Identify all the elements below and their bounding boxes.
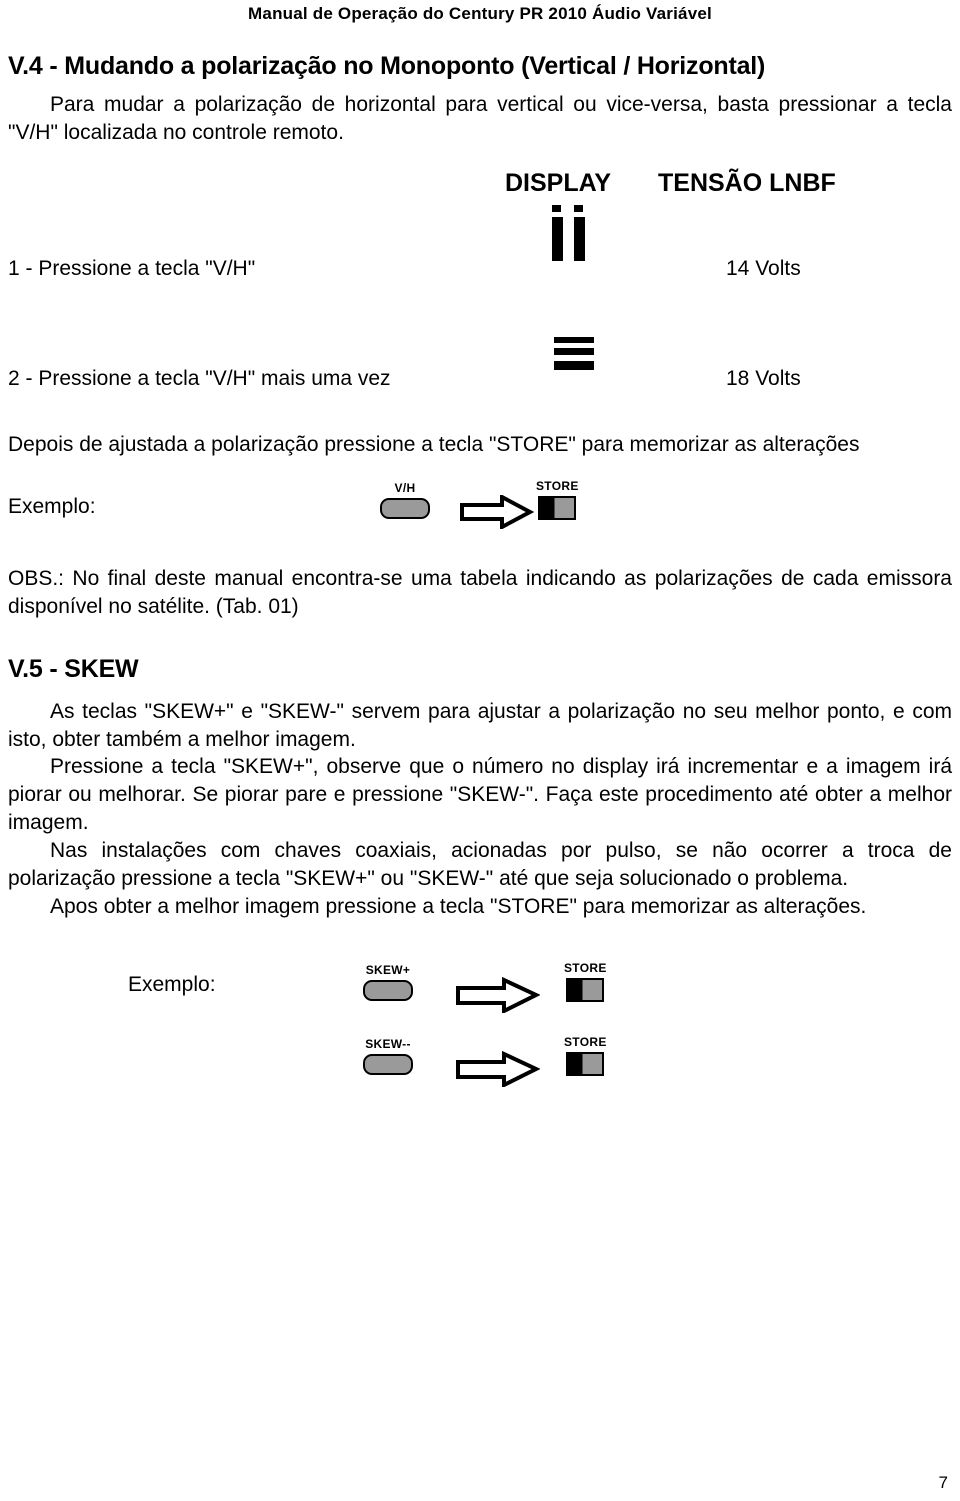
remote-key-store-skew-minus-button[interactable] xyxy=(566,1051,605,1076)
v5-paragraph-3: Nas instalações com chaves coaxiais, aci… xyxy=(8,839,952,891)
remote-key-store-skew-minus-label: STORE xyxy=(564,1034,607,1049)
document-content: V.4 - Mudando a polarização no Monoponto… xyxy=(8,52,952,1091)
arrow-right-icon xyxy=(460,493,535,534)
table-row-label-1: 1 - Pressione a tecla "V/H" xyxy=(8,256,256,280)
v4-obs-paragraph: OBS.: No final deste manual encontra-se … xyxy=(8,566,952,618)
table-row-label-2: 2 - Pressione a tecla "V/H" mais uma vez xyxy=(8,366,391,390)
v5-paragraph-1: As teclas "SKEW+" e "SKEW-" servem para … xyxy=(8,699,952,751)
document-header-title: Manual de Operação do Century PR 2010 Áu… xyxy=(248,4,712,23)
table-row-voltage-1: 14 Volts xyxy=(726,256,801,280)
remote-key-vh-button[interactable] xyxy=(380,497,430,519)
remote-key-skew-plus-label: SKEW+ xyxy=(365,962,411,977)
document-page: Manual de Operação do Century PR 2010 Áu… xyxy=(0,0,960,1501)
page-number: 7 xyxy=(938,1473,948,1492)
v4-example-label: Exemplo: xyxy=(8,494,96,518)
remote-key-skew-plus[interactable]: SKEW+ xyxy=(363,963,413,1001)
section-heading-v4: V.4 - Mudando a polarização no Monoponto… xyxy=(8,52,766,80)
v5-paragraph-2: Pressione a tecla "SKEW+", observe que o… xyxy=(8,755,952,835)
remote-key-store-skew-minus[interactable]: STORE xyxy=(564,1035,607,1076)
remote-key-skew-minus[interactable]: SKEW-- xyxy=(363,1037,413,1075)
remote-key-skew-plus-button[interactable] xyxy=(363,979,413,1001)
table-column-header-tensao: TENSÃO LNBF xyxy=(658,168,836,197)
horizontal-bars-icon xyxy=(554,336,598,371)
remote-key-vh[interactable]: V/H xyxy=(380,481,430,519)
v5-example-label: Exemplo: xyxy=(128,972,216,996)
remote-key-store-label: STORE xyxy=(536,478,579,493)
remote-key-store-skew-plus-label: STORE xyxy=(564,960,607,975)
arrow-right-icon xyxy=(456,976,541,1018)
vertical-bars-icon xyxy=(550,204,596,261)
polarization-table: DISPLAY TENSÃO LNBF 1 - Pressione a tecl… xyxy=(8,169,952,439)
v5-example-block: Exemplo: SKEW+ STORE SKEW-- STORE xyxy=(8,951,952,1091)
remote-key-vh-label: V/H xyxy=(394,480,416,495)
table-column-header-display: DISPLAY xyxy=(505,168,612,197)
remote-key-store[interactable]: STORE xyxy=(536,479,579,520)
remote-key-skew-minus-button[interactable] xyxy=(363,1053,413,1075)
section-heading-v5: V.5 - SKEW xyxy=(8,654,139,683)
table-row-voltage-2: 18 Volts xyxy=(726,366,801,390)
remote-key-skew-minus-label: SKEW-- xyxy=(365,1036,411,1051)
remote-key-store-skew-plus[interactable]: STORE xyxy=(564,961,607,1002)
remote-key-store-skew-plus-button[interactable] xyxy=(566,977,605,1002)
arrow-right-icon xyxy=(456,1050,541,1092)
v5-paragraph-4: Apos obter a melhor imagem pressione a t… xyxy=(50,895,867,919)
v4-intro-paragraph: Para mudar a polarização de horizontal p… xyxy=(8,93,952,144)
v4-example-row: Exemplo: V/H STORE xyxy=(8,479,952,541)
remote-key-store-button[interactable] xyxy=(538,495,577,520)
